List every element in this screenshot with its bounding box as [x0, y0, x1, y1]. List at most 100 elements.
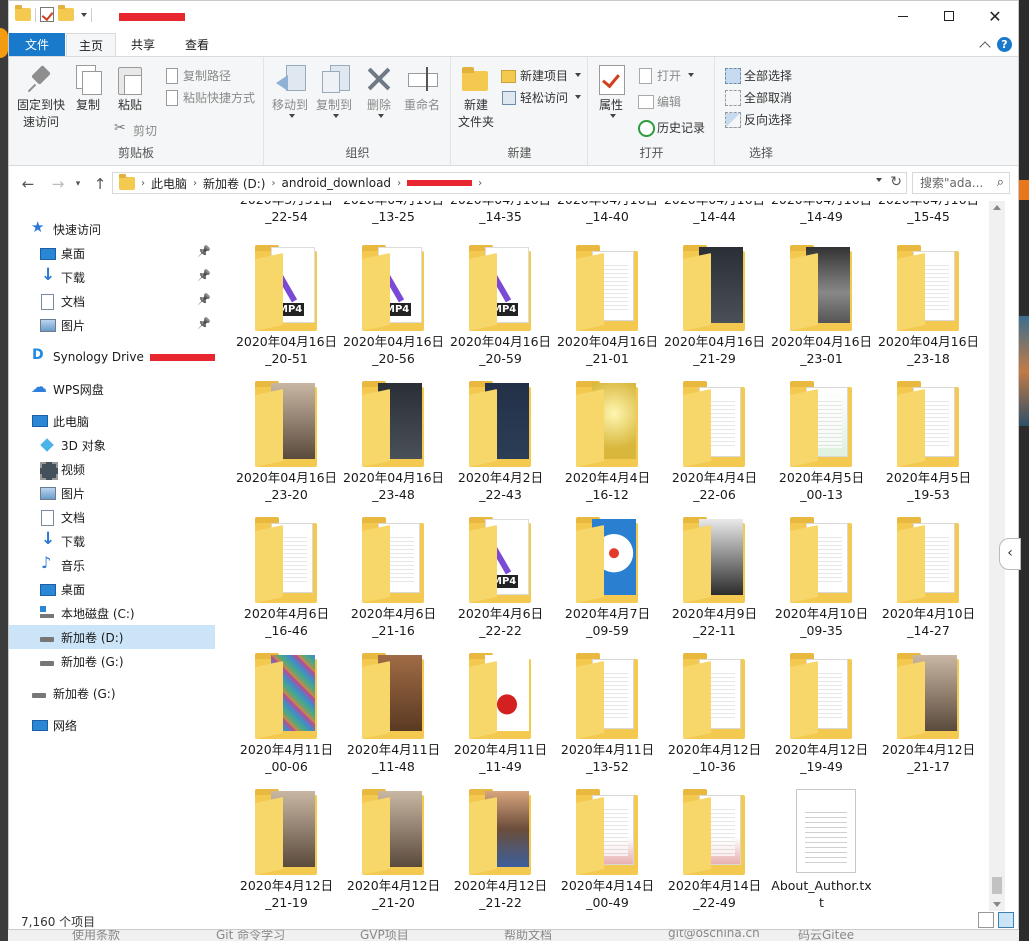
nav-item[interactable]: 视频 [9, 457, 215, 481]
nav-item[interactable]: 快速访问 [9, 217, 215, 241]
folder-item[interactable]: 2020年4月4日 _16-12 [554, 379, 661, 513]
pin-icon[interactable]: 📌 [197, 293, 211, 306]
copy-to-button[interactable]: 复制到 [313, 63, 355, 118]
copy-button[interactable]: 复制 [71, 63, 105, 114]
pin-icon[interactable]: 📌 [197, 317, 211, 330]
folder-item[interactable]: 2020年04月16日 _21-01 [554, 243, 661, 377]
folder-item[interactable]: MP4 2020年04月16日 _20-59 [447, 243, 554, 377]
folder-item[interactable]: 2020年4月9日 _22-11 [661, 515, 768, 649]
help-icon[interactable]: ? [997, 37, 1012, 52]
maximize-button[interactable] [926, 1, 972, 31]
breadcrumb-android-download[interactable]: android_download [281, 176, 391, 190]
properties-icon[interactable] [40, 7, 54, 22]
folder-item[interactable]: 2020年4月4日 _22-06 [661, 379, 768, 513]
close-button[interactable]: ✕ [972, 1, 1018, 31]
pin-icon[interactable]: 📌 [197, 269, 211, 282]
nav-item[interactable]: 图片 📌 [9, 313, 215, 337]
folder-item[interactable]: 2020年4月2日 _22-43 [447, 379, 554, 513]
address-history-chevron-icon[interactable] [876, 178, 882, 182]
up-button[interactable]: ↑ [89, 173, 111, 195]
scroll-up-icon[interactable] [993, 205, 1001, 210]
folder-item[interactable]: 2020年4月10日 _14-27 [875, 515, 982, 649]
folder-item[interactable]: 2020年4月12日 _21-17 [875, 651, 982, 785]
nav-item[interactable]: 文档 📌 [9, 289, 215, 313]
pin-quick-access-button[interactable]: 固定到快 速访问 [13, 63, 69, 131]
folder-item[interactable]: 2020年4月5日 _19-53 [875, 379, 982, 513]
forward-button[interactable]: → [47, 173, 69, 195]
new-folder-icon[interactable] [58, 5, 74, 21]
details-view-icon[interactable] [978, 912, 994, 928]
nav-item[interactable]: 网络 [9, 713, 215, 737]
tab-share[interactable]: 共享 [121, 33, 165, 57]
nav-item[interactable]: 新加卷 (G:) [9, 681, 215, 705]
folder-item[interactable]: MP4 2020年04月16日 _20-51 [233, 243, 340, 377]
folder-item[interactable]: 2020年4月11日 _11-49 [447, 651, 554, 785]
tab-home[interactable]: 主页 [66, 33, 116, 57]
cut-button[interactable]: 剪切 [113, 120, 157, 140]
nav-item[interactable]: 下载 📌 [9, 265, 215, 289]
breadcrumb-chevron-icon[interactable]: › [271, 178, 275, 189]
search-input[interactable]: 搜索"ada... ⌕ [912, 172, 1010, 194]
folder-item[interactable]: 2020年4月11日 _13-52 [554, 651, 661, 785]
nav-item[interactable]: Synology Drive [9, 345, 215, 369]
select-all-button[interactable]: 全部选择 [724, 65, 792, 85]
folder-item[interactable]: 2020年4月12日 _10-36 [661, 651, 768, 785]
new-folder-button[interactable]: 新建 文件夹 [456, 63, 496, 131]
minimize-button[interactable] [880, 1, 926, 31]
nav-item[interactable]: 下载 [9, 529, 215, 553]
folder-item[interactable]: 2020年4月6日 _21-16 [340, 515, 447, 649]
paste-shortcut-button[interactable]: 粘贴快捷方式 [163, 87, 255, 107]
rename-button[interactable]: 重命名 [401, 63, 443, 114]
qat-customize-chevron-icon[interactable] [81, 12, 87, 17]
folder-item[interactable]: 2020年04月16日 _23-01 [768, 243, 875, 377]
folder-item[interactable]: MP4 2020年04月16日 _20-56 [340, 243, 447, 377]
folder-item[interactable]: 2020年4月11日 _00-06 [233, 651, 340, 785]
scroll-thumb[interactable] [992, 877, 1002, 894]
breadcrumb-this-pc[interactable]: 此电脑 [151, 175, 187, 192]
collapse-ribbon-chevron-icon[interactable] [979, 40, 991, 53]
nav-item[interactable]: 此电脑 [9, 409, 215, 433]
nav-item[interactable]: WPS网盘 [9, 377, 215, 401]
scroll-down-icon[interactable] [993, 902, 1001, 907]
nav-item[interactable]: 图片 [9, 481, 215, 505]
breadcrumb-drive-d[interactable]: 新加卷 (D:) [203, 175, 265, 192]
new-item-button[interactable]: 新建项目 [500, 65, 582, 85]
nav-item[interactable]: 桌面 📌 [9, 241, 215, 265]
edit-button[interactable]: 编辑 [637, 91, 681, 111]
invert-selection-button[interactable]: 反向选择 [724, 109, 792, 129]
move-to-button[interactable]: 移动到 [269, 63, 311, 118]
tab-view[interactable]: 查看 [175, 33, 219, 57]
breadcrumb-chevron-icon[interactable]: › [478, 178, 482, 189]
tab-file[interactable]: 文件 [9, 33, 65, 57]
folder-item[interactable]: 2020年04月16日 _23-48 [340, 379, 447, 513]
history-button[interactable]: 历史记录 [637, 117, 705, 137]
nav-item[interactable]: 本地磁盘 (C:) [9, 601, 215, 625]
folder-item[interactable]: 2020年04月16日 _23-18 [875, 243, 982, 377]
nav-item[interactable]: 3D 对象 [9, 433, 215, 457]
file-item[interactable]: About_Author.tx t [768, 787, 875, 911]
refresh-icon[interactable]: ↻ [890, 174, 902, 190]
easy-access-button[interactable]: 轻松访问 [500, 87, 582, 107]
properties-button[interactable]: 属性 [593, 63, 629, 118]
delete-button[interactable]: 删除 [365, 63, 393, 118]
folder-item[interactable]: 2020年4月6日 _16-46 [233, 515, 340, 649]
recent-locations-chevron-icon[interactable]: ▾ [67, 173, 89, 195]
folder-item[interactable]: 2020年4月10日 _09-35 [768, 515, 875, 649]
pin-icon[interactable]: 📌 [197, 245, 211, 258]
folder-item[interactable]: 2020年04月16日 _21-29 [661, 243, 768, 377]
paste-button[interactable]: 粘贴 [113, 63, 147, 114]
folder-item[interactable]: 2020年4月12日 _21-20 [340, 787, 447, 911]
back-button[interactable]: ← [17, 173, 39, 195]
open-button[interactable]: 打开 [637, 65, 695, 85]
nav-item[interactable]: 新加卷 (D:) [9, 625, 215, 649]
nav-item[interactable]: 音乐 [9, 553, 215, 577]
nav-item[interactable]: 新加卷 (G:) [9, 649, 215, 673]
nav-item[interactable]: 文档 [9, 505, 215, 529]
address-box[interactable]: › 此电脑 › 新加卷 (D:) › android_download › › … [112, 172, 907, 194]
breadcrumb-chevron-icon[interactable]: › [397, 178, 401, 189]
folder-item[interactable]: 2020年4月12日 _19-49 [768, 651, 875, 785]
large-icons-view-icon[interactable] [998, 912, 1014, 928]
folder-item[interactable]: 2020年4月12日 _21-22 [447, 787, 554, 911]
folder-item[interactable]: MP4 2020年4月6日 _22-22 [447, 515, 554, 649]
breadcrumb-chevron-icon[interactable]: › [141, 178, 145, 189]
